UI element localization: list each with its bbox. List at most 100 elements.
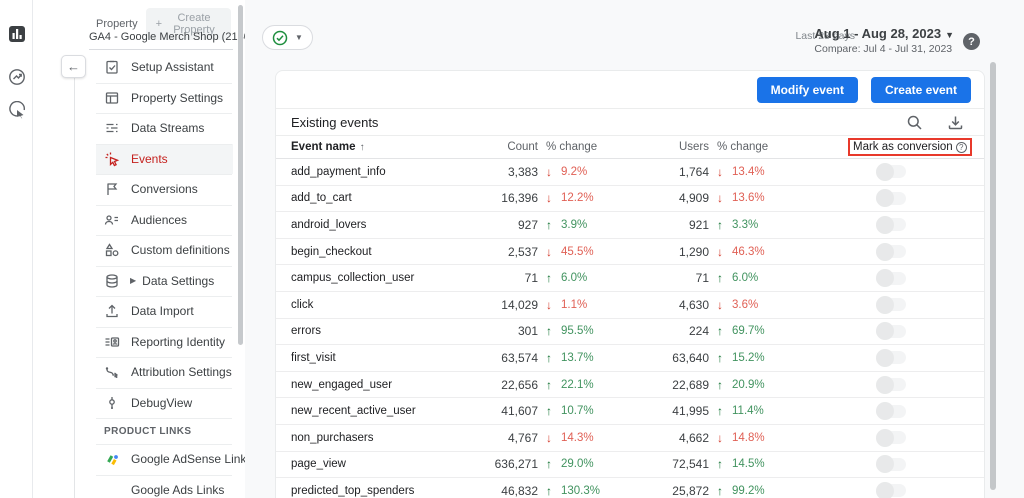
sidebar-item-attribution-settings[interactable]: Attribution Settings [96, 357, 233, 388]
users-cell: 4,909 [678, 191, 709, 206]
toggle-knob [876, 348, 894, 367]
mark-as-conversion-toggle[interactable] [876, 428, 906, 447]
change-arrow-icon: ↑ [546, 377, 552, 392]
count-cell: 636,271 [494, 457, 538, 472]
users-change-cell: ↓ 14.8% [709, 431, 846, 445]
help-button[interactable]: ? [963, 33, 980, 50]
sidebar-item-google-ads-links[interactable]: Google Ads Links [96, 474, 233, 498]
sidebar-item-data-import[interactable]: Data Import [96, 296, 233, 327]
event-name-cell: predicted_top_spenders [291, 484, 415, 497]
count-cell: 46,832 [501, 483, 538, 498]
toggle-knob [876, 455, 894, 474]
conversion-cell [846, 295, 984, 314]
mark-as-conversion-toggle[interactable] [876, 348, 906, 367]
conversion-cell [846, 455, 984, 474]
shapes-icon [104, 242, 120, 258]
mark-as-conversion-toggle[interactable] [876, 481, 906, 498]
sidebar-item-data-streams[interactable]: Data Streams [96, 113, 233, 144]
explore-icon[interactable] [8, 68, 26, 86]
collapse-panel-button[interactable]: ← [61, 55, 86, 78]
debug-slider-icon [104, 395, 120, 411]
person-list-icon [104, 212, 120, 228]
modify-event-button[interactable]: Modify event [756, 76, 858, 103]
advertising-icon[interactable] [8, 101, 26, 119]
column-count-change[interactable]: % change [538, 141, 628, 153]
conversion-cell [846, 189, 984, 208]
property-sidebar: Property + Create Property GA4 - Google … [34, 0, 284, 498]
mark-as-conversion-toggle[interactable] [876, 295, 906, 314]
download-icon[interactable] [947, 114, 964, 131]
change-arrow-icon: ↑ [546, 217, 552, 232]
mark-as-conversion-toggle[interactable] [876, 322, 906, 341]
sidebar-scrollbar[interactable] [238, 5, 243, 345]
mark-as-conversion-toggle[interactable] [876, 375, 906, 394]
event-name-cell: errors [291, 325, 322, 338]
sidebar-item-conversions[interactable]: Conversions [96, 174, 233, 205]
sidebar-item-reporting-identity[interactable]: Reporting Identity [96, 326, 233, 358]
change-percent: 11.4% [732, 405, 764, 418]
page-scrollbar[interactable] [990, 62, 996, 490]
users-cell: 63,640 [672, 350, 709, 365]
table-row: android_lovers 927 ↑ 3.9% 921 ↑ 3.3% [276, 212, 984, 239]
green-check-icon [272, 30, 288, 46]
sidebar-item-setup-assistant[interactable]: Setup Assistant [96, 52, 233, 83]
count-change-cell: ↓ 1.1% [538, 298, 628, 312]
users-cell: 4,630 [678, 297, 709, 312]
column-users[interactable]: Users [628, 141, 709, 153]
upload-icon [104, 303, 120, 319]
toggle-knob [876, 242, 894, 261]
property-name[interactable]: GA4 - Google Merch Shop (213025502) [89, 31, 284, 50]
table-title: Existing events [291, 114, 379, 130]
change-arrow-icon: ↑ [717, 483, 723, 498]
sort-ascending-icon: ↑ [359, 142, 365, 153]
sidebar-item-data-settings[interactable]: ▶ Data Settings [96, 265, 233, 297]
mark-as-conversion-toggle[interactable] [876, 269, 906, 288]
event-name-cell: campus_collection_user [291, 272, 415, 285]
table-row: predicted_top_spenders 46,832 ↑ 130.3% 2… [276, 478, 984, 498]
collection-status-button[interactable]: ▼ [262, 25, 313, 50]
mark-as-conversion-toggle[interactable] [876, 455, 906, 474]
database-icon [104, 273, 120, 289]
column-count[interactable]: Count [446, 141, 538, 153]
date-range-selector[interactable]: Aug 1 - Aug 28, 2023 ▼ Compare: Jul 4 - J… [814, 26, 954, 55]
change-arrow-icon: ↑ [717, 457, 723, 472]
mark-as-conversion-toggle[interactable] [876, 162, 906, 181]
sidebar-item-custom-definitions[interactable]: Custom definitions [96, 235, 233, 266]
date-range-value: Aug 1 - Aug 28, 2023 [814, 26, 942, 41]
sidebar-item-google-adsense-links[interactable]: Google AdSense Links [96, 444, 252, 475]
users-change-cell: ↑ 69.7% [709, 324, 846, 338]
change-percent: 95.5% [561, 325, 594, 338]
change-percent: 6.0% [732, 272, 759, 285]
mark-as-conversion-toggle[interactable] [876, 189, 906, 208]
mark-as-conversion-toggle[interactable] [876, 242, 906, 261]
sidebar-item-debugview[interactable]: DebugView [96, 387, 233, 419]
cursor-click-icon [104, 151, 120, 167]
event-name-cell: add_payment_info [291, 165, 386, 178]
users-change-cell: ↓ 13.6% [709, 191, 846, 205]
count-change-cell: ↑ 29.0% [538, 457, 628, 471]
change-percent: 6.0% [561, 272, 588, 285]
change-arrow-icon: ↓ [546, 430, 552, 445]
column-users-change[interactable]: % change [709, 141, 846, 153]
search-icon[interactable] [906, 114, 923, 131]
sidebar-item-property-settings[interactable]: Property Settings [96, 82, 233, 114]
sidebar-item-audiences[interactable]: Audiences [96, 204, 233, 236]
sidebar-item-events[interactable]: Events [96, 143, 233, 174]
mark-as-conversion-toggle[interactable] [876, 215, 906, 234]
mark-as-conversion-toggle[interactable] [876, 402, 906, 421]
toggle-knob [876, 269, 894, 288]
analytics-home-icon[interactable] [8, 25, 26, 43]
annotation-highlight: Mark as conversion ? [848, 138, 972, 156]
count-cell: 927 [517, 217, 538, 232]
help-tooltip-icon[interactable]: ? [955, 141, 967, 153]
count-change-cell: ↓ 45.5% [538, 245, 628, 259]
create-event-button[interactable]: Create event [870, 76, 971, 103]
table-row: add_to_cart 16,396 ↓ 12.2% 4,909 ↓ 13.6% [276, 186, 984, 213]
change-percent: 14.3% [561, 431, 594, 444]
column-event-name[interactable]: Event name ↑ [276, 141, 446, 153]
users-cell: 25,872 [672, 483, 709, 498]
toggle-knob [876, 481, 894, 498]
users-change-cell: ↑ 6.0% [709, 271, 846, 285]
users-cell: 22,689 [672, 377, 709, 392]
conversion-cell [846, 402, 984, 421]
